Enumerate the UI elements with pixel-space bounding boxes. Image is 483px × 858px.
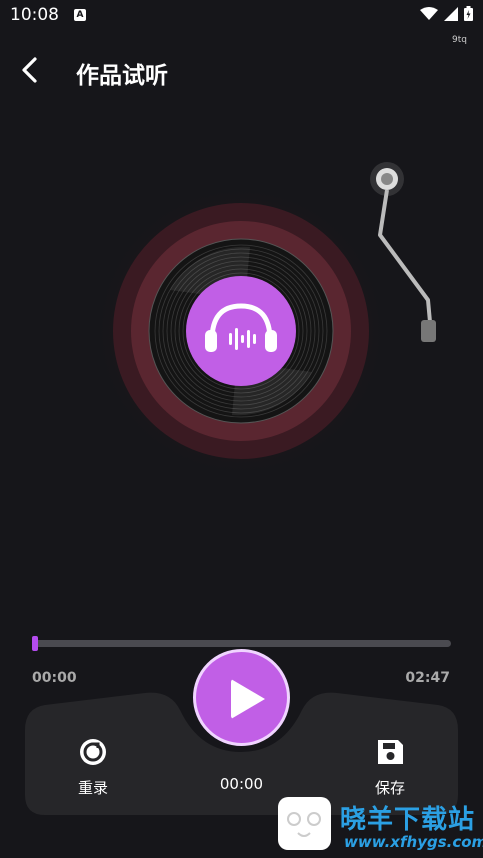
watermark-logo-icon [278,797,331,850]
battery-icon [464,6,473,21]
play-button[interactable] [193,649,290,746]
vinyl-label [186,276,296,386]
status-icons [420,6,473,21]
back-button[interactable] [14,54,48,88]
signal-icon [444,6,458,21]
wifi-icon [420,6,438,20]
watermark-name: 晓羊下载站 [340,805,476,835]
status-bar: 10:08 A 9tq [0,0,483,45]
play-icon [231,679,265,719]
rerecord-button[interactable]: 重录 [63,737,123,798]
rerecord-icon [80,739,106,765]
save-button[interactable]: 保存 [360,737,420,798]
elapsed-time: 00:00 [219,775,264,793]
notification-app-icon: A [74,9,86,21]
chevron-left-icon [22,57,37,83]
status-time: 10:08 [10,5,59,25]
status-sub-label: 9tq [452,35,467,45]
save-icon [378,740,403,764]
turntable-visual [89,162,436,483]
watermark: 晓羊下载站 www.xfhygs.com [278,795,483,858]
page-title: 作品试听 [76,63,168,89]
rerecord-label: 重录 [77,779,108,797]
watermark-url: www.xfhygs.com [344,833,483,851]
